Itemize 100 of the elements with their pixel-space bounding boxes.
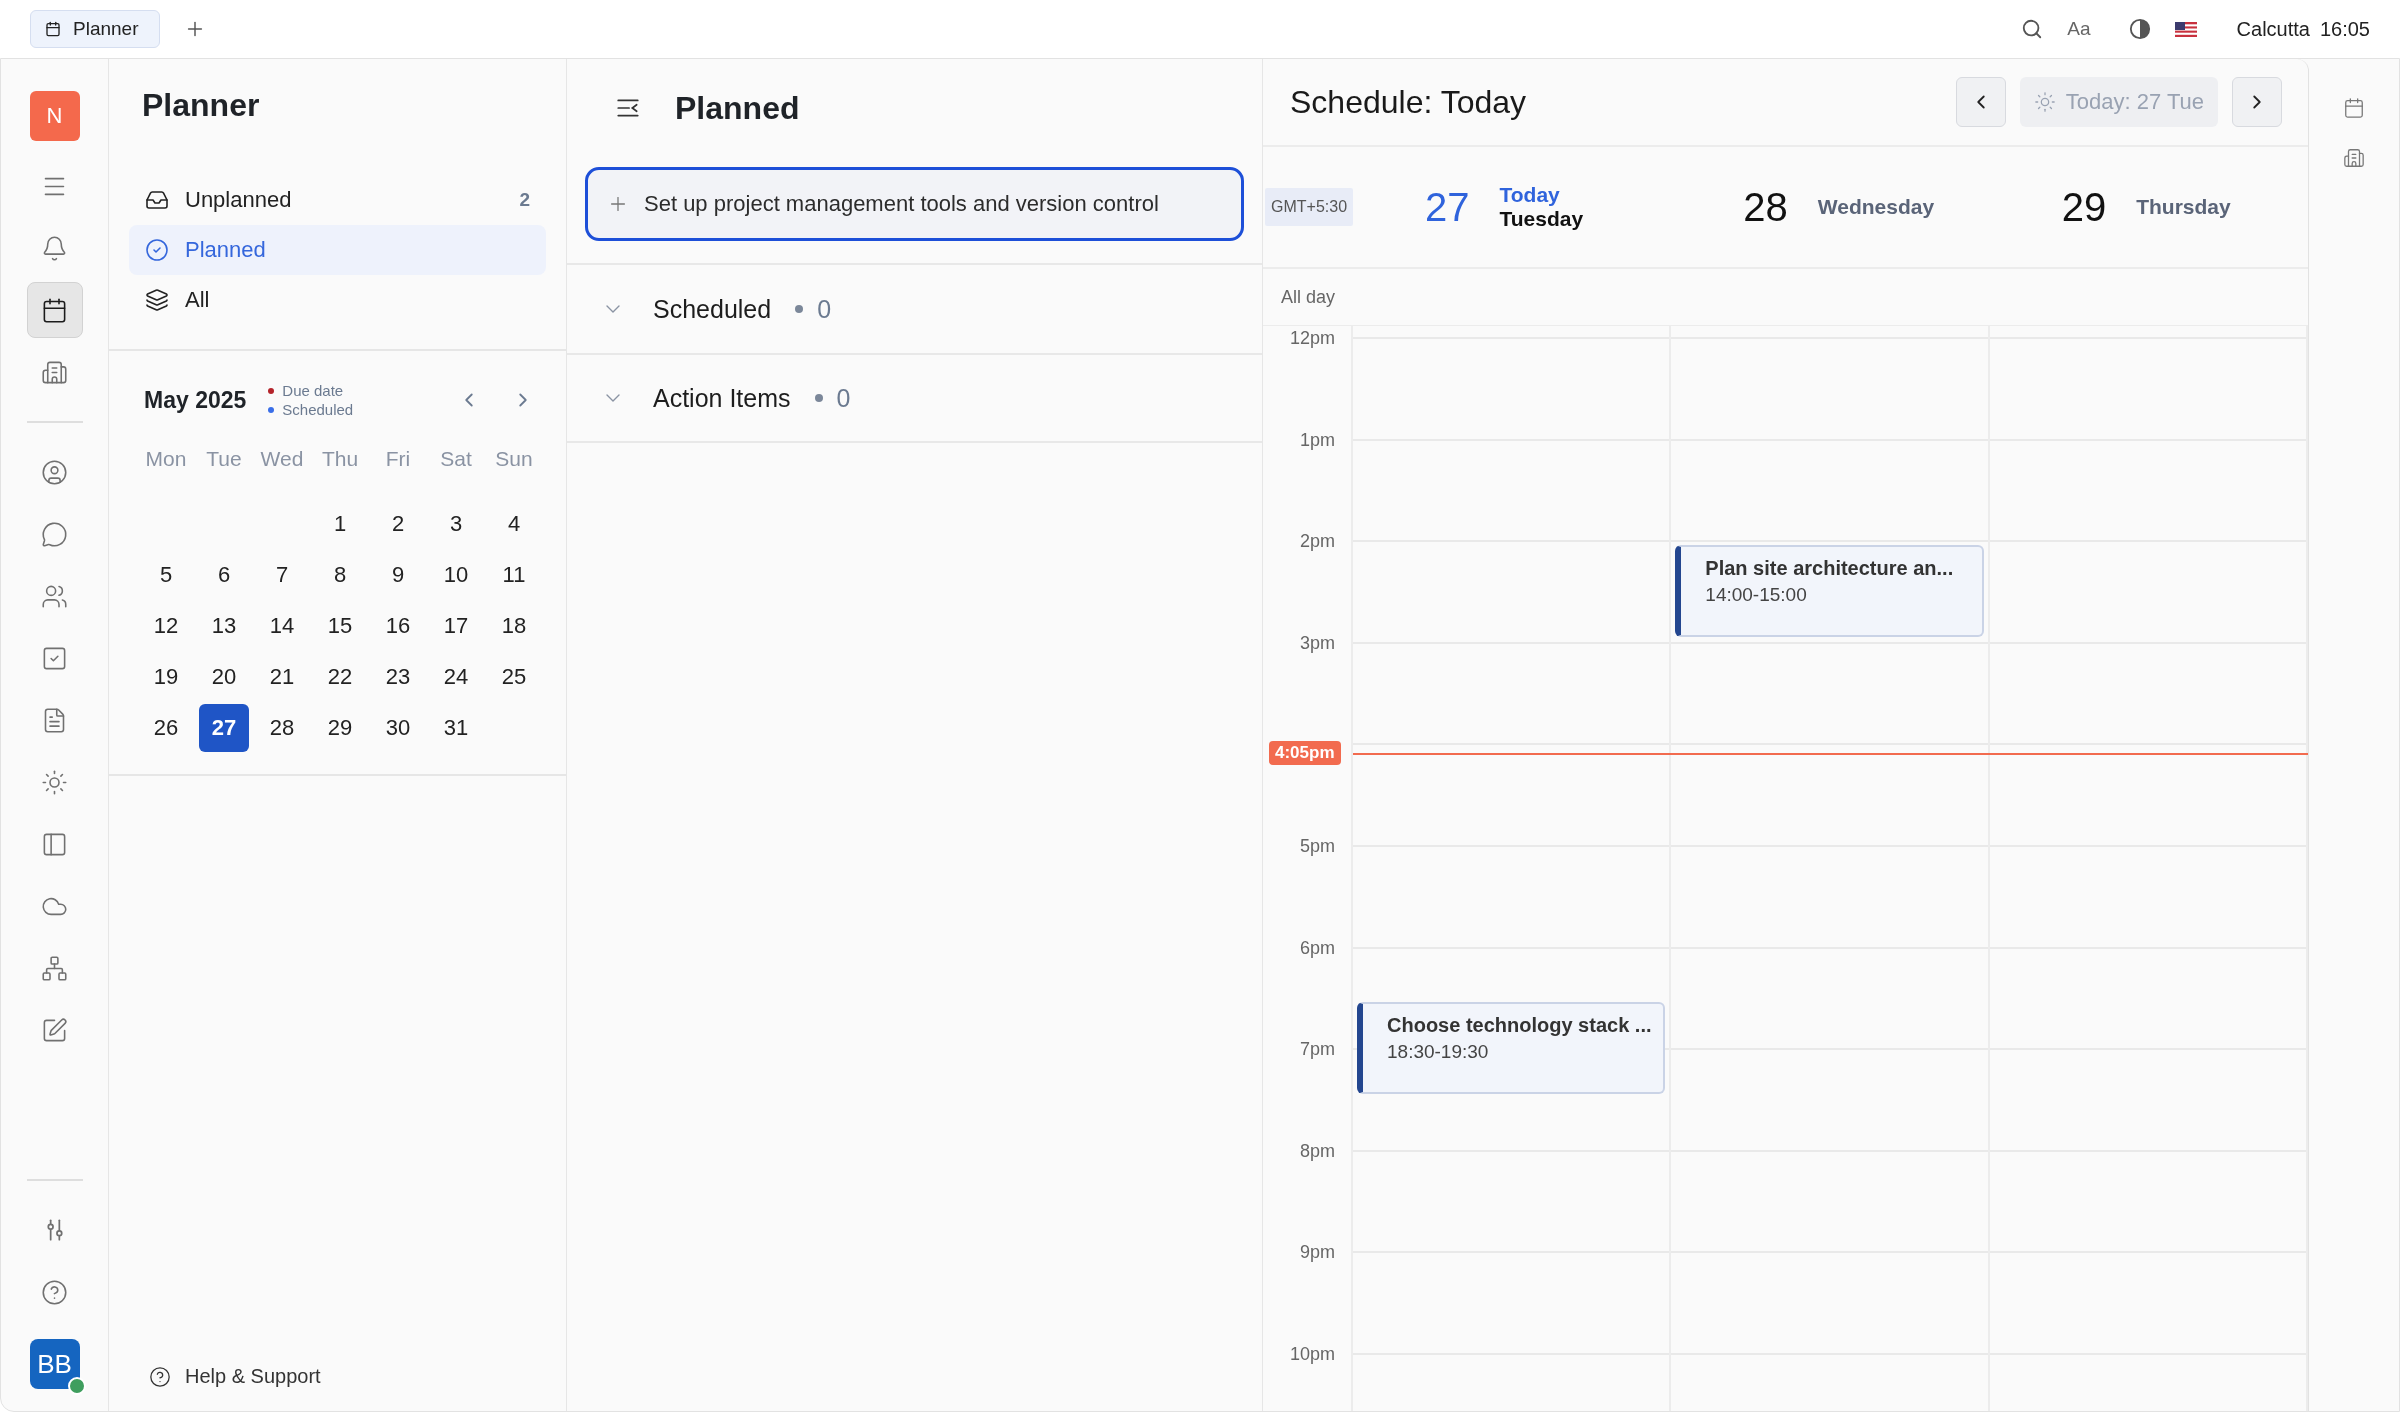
calendar-day[interactable]: 16 [373,602,423,650]
search-icon [2021,18,2044,40]
event-time: 18:30-19:30 [1387,1041,1490,1064]
section-count: 0 [817,294,832,324]
hour-label: 9pm [1300,1241,1335,1263]
weekday-label: Sun [494,447,534,472]
help-icon [149,1365,171,1388]
hour-label: 5pm [1300,835,1335,857]
building-icon [2343,147,2365,169]
calendar-icon [41,296,68,324]
all-day-label: All day [1281,286,1336,308]
day-number: 27 [1425,184,1470,230]
sun-icon [41,768,68,796]
sun-icon [2033,91,2056,113]
weekday-name: Thursday [2136,195,2231,219]
nav-item[interactable]: Unplanned 2 [129,175,546,225]
calendar-day[interactable]: 30 [373,704,423,752]
hierarchy-icon [41,954,68,982]
calendar-day[interactable]: 21 [257,653,307,701]
calendar-day[interactable]: 31 [431,704,481,752]
hour-label: 7pm [1300,1038,1335,1060]
calendar-day[interactable]: 24 [431,653,481,701]
calendar-day[interactable]: 20 [199,653,249,701]
hour-label: 10pm [1289,1343,1335,1365]
event-title: Plan site architecture an... [1705,557,1955,581]
calendar-day[interactable]: 26 [141,704,191,752]
nav-label: Unplanned [185,187,293,213]
calendar-day[interactable]: 19 [141,653,191,701]
timezone-label: GMT+5:30 [1265,188,1354,226]
layers-icon [145,288,169,312]
calendar-day[interactable]: 14 [257,602,307,650]
sidebar-button[interactable] [26,282,83,338]
calendar-day[interactable]: 22 [315,653,365,701]
calendar-icon [2343,97,2365,119]
calendar-day[interactable]: 25 [489,653,539,701]
day-column[interactable]: Plan site architecture an... 14:00-15:00 [1671,326,1990,1411]
separator-dot [814,394,823,402]
calendar-day[interactable]: 6 [199,551,249,599]
separator-dot [795,305,804,313]
hour-label: 1pm [1300,429,1335,451]
weekday-label: Tue [205,447,243,472]
hour-label: 3pm [1300,632,1335,654]
day-number: 29 [2061,184,2107,230]
section-title: Action Items [653,383,791,413]
new-task-field[interactable]: Set up project management tools and version control [585,167,1244,241]
legend-label: Scheduled [282,400,354,419]
calendar-day[interactable]: 1 [315,500,365,548]
weekday-label: Fri [384,447,412,472]
calendar-day[interactable]: 28 [257,704,307,752]
inbox-icon [145,188,169,212]
location-label: Calcutta [2236,17,2310,41]
weekday-name: Tuesday [1499,207,1584,231]
calendar-day[interactable]: 27 [199,704,249,752]
day-number: 28 [1743,184,1788,230]
calendar-day[interactable]: 18 [489,602,539,650]
calendar-day[interactable]: 3 [431,500,481,548]
event-card[interactable]: Choose technology stack ... 18:30-19:30 [1357,1002,1666,1095]
user-avatar[interactable]: BB [29,1339,80,1389]
edit-icon [41,1016,68,1044]
contrast-icon [2128,18,2151,40]
calendar-day[interactable]: 2 [373,500,423,548]
section-count: 0 [836,383,851,413]
clock-time: 16:05 [2319,17,2370,41]
calendar-icon [45,21,61,37]
calendar-day[interactable]: 15 [315,602,365,650]
calendar-day[interactable]: 29 [315,704,365,752]
user-icon [41,458,68,486]
calendar-day[interactable]: 10 [431,551,481,599]
bell-icon [41,234,68,262]
calendar-day[interactable]: 8 [315,551,365,599]
calendar-day[interactable]: 5 [141,551,191,599]
hour-label: 2pm [1300,530,1335,552]
font-size-button[interactable]: Aa [2067,18,2091,40]
event-title: Choose technology stack ... [1387,1014,1650,1038]
tab[interactable]: Planner [30,10,160,48]
nav-item[interactable]: Planned [129,225,546,275]
weekday-label: Wed [259,447,305,472]
current-time-badge: 4:05pm [1269,740,1341,765]
calendar-day[interactable]: 4 [489,500,539,548]
nav-label: All [185,287,211,313]
weekday-label: Thu [320,447,360,472]
weekday-label: Mon [144,447,188,472]
weekday-label: Sat [439,447,473,472]
check-circle-icon [145,238,169,262]
calendar-day[interactable]: 9 [373,551,423,599]
calendar-day[interactable]: 23 [373,653,423,701]
chat-icon [41,520,68,548]
panel-title: Planner [141,86,261,125]
day-column[interactable]: Choose technology stack ... 18:30-19:30 [1353,326,1672,1411]
help-link[interactable]: Help & Support [143,1364,566,1389]
nav-label: Planned [185,237,267,263]
month-title: May 2025 [144,386,247,414]
event-card[interactable]: Plan site architecture an... 14:00-15:00 [1675,545,1984,638]
calendar-day[interactable]: 11 [489,551,539,599]
calendar-day[interactable]: 7 [257,551,307,599]
calendar-day[interactable]: 17 [431,602,481,650]
nav-item[interactable]: All [129,275,546,325]
today-label: Today [1499,183,1561,207]
calendar-day[interactable]: 12 [141,602,191,650]
calendar-day[interactable]: 13 [199,602,249,650]
